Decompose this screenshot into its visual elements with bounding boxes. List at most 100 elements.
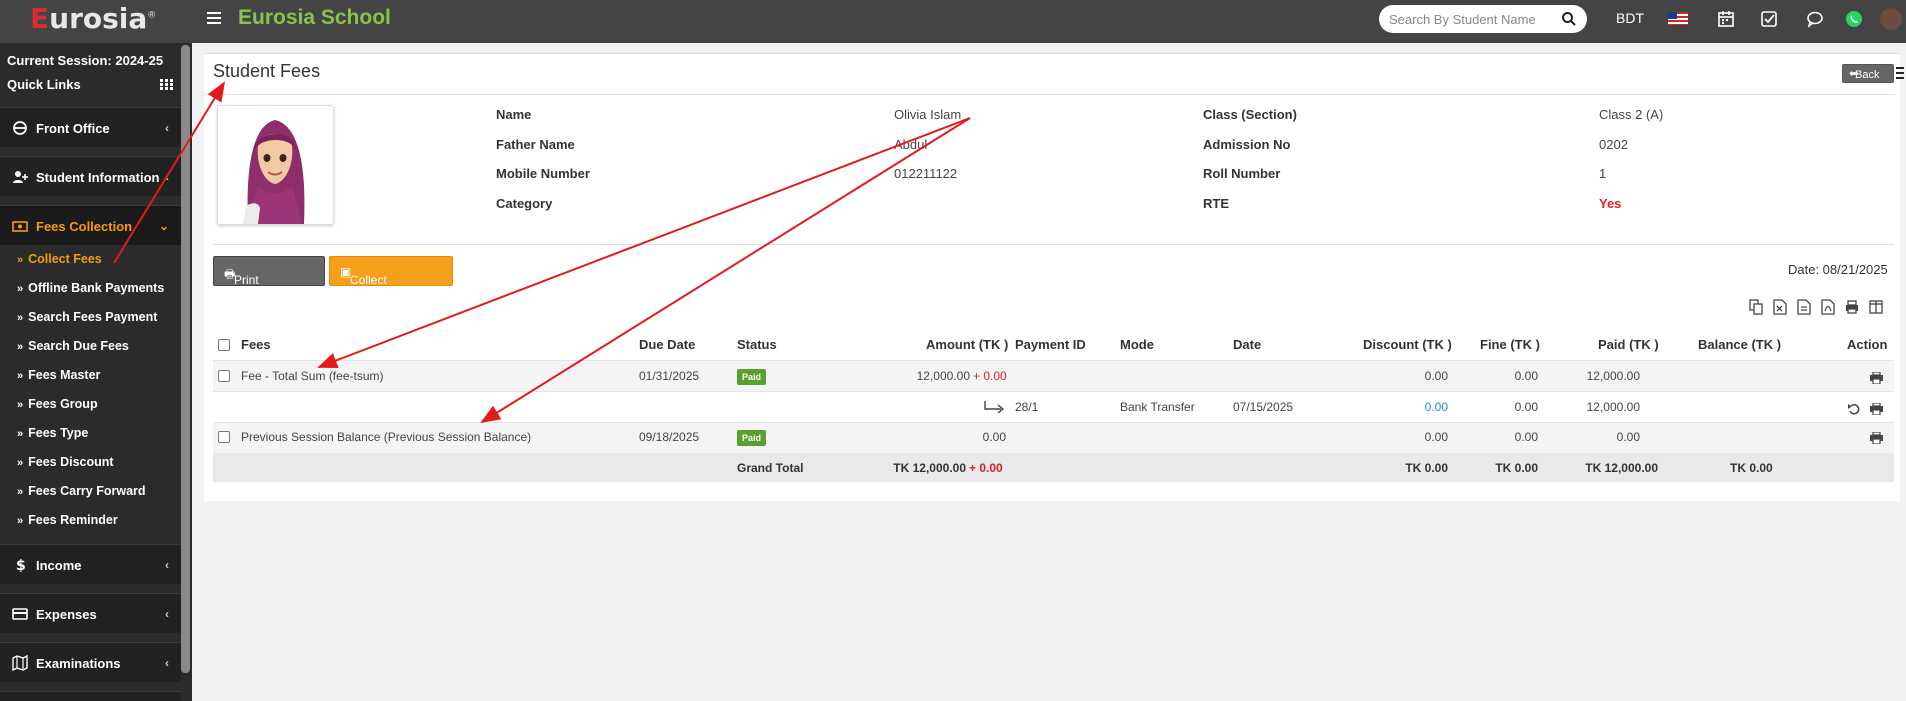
grand-total-fine: TK 0.00 bbox=[1495, 461, 1538, 475]
print-row-icon[interactable] bbox=[1870, 432, 1883, 444]
payment-date: 07/15/2025 bbox=[1233, 400, 1294, 414]
sidebar-item-search-due-fees[interactable]: » Search Due Fees bbox=[17, 339, 129, 353]
back-button[interactable]: ⬅ Back bbox=[1842, 64, 1894, 83]
currency-selector[interactable]: BDT bbox=[1616, 10, 1644, 26]
menu-toggle-icon[interactable] bbox=[207, 12, 221, 26]
col-payment-id: Payment ID bbox=[1015, 337, 1086, 352]
current-date: Date: 08/21/2025 bbox=[1788, 262, 1888, 277]
nav-expenses[interactable]: Expenses ‹ bbox=[0, 593, 181, 633]
copy-icon[interactable] bbox=[1749, 299, 1763, 315]
chevron-left-icon: ‹ bbox=[165, 607, 169, 621]
student-search-input[interactable] bbox=[1389, 10, 1549, 28]
mobile-label: Mobile Number bbox=[496, 166, 590, 181]
fine: 0.00 bbox=[1514, 369, 1538, 383]
search-icon[interactable] bbox=[1561, 11, 1577, 27]
sidebar-item-offline-bank-payments[interactable]: » Offline Bank Payments bbox=[17, 281, 164, 295]
chevron-left-icon: ‹ bbox=[165, 170, 169, 184]
nav-examinations[interactable]: Examinations ‹ bbox=[0, 642, 181, 682]
user-avatar[interactable] bbox=[1880, 8, 1902, 30]
page-title: Student Fees bbox=[213, 61, 321, 81]
map-icon bbox=[12, 655, 28, 671]
print-icon[interactable] bbox=[1845, 299, 1859, 315]
sidebar-item-fees-carry-forward[interactable]: » Fees Carry Forward bbox=[17, 484, 146, 498]
nav-label: Income bbox=[36, 558, 82, 573]
student-name: Olivia Islam bbox=[894, 107, 962, 122]
fine: 0.00 bbox=[1514, 400, 1538, 414]
quick-links-label[interactable]: Quick Links bbox=[7, 77, 81, 92]
amount: 12,000.00 bbox=[916, 369, 970, 383]
student-avatar-image bbox=[218, 106, 333, 224]
amount: 0.00 bbox=[982, 430, 1006, 444]
nav-more[interactable] bbox=[0, 691, 181, 701]
rte-value: Yes bbox=[1599, 196, 1622, 211]
quick-links-grid-icon[interactable] bbox=[160, 79, 173, 90]
select-all-checkbox[interactable] bbox=[218, 339, 230, 351]
grand-total-paid: TK 12,000.00 bbox=[1585, 461, 1658, 475]
app-logo[interactable]: Eurosia® bbox=[30, 2, 156, 35]
sidebar-item-fees-type[interactable]: » Fees Type bbox=[17, 426, 88, 440]
sidebar-scrollbar[interactable] bbox=[181, 45, 190, 673]
payment-mode: Bank Transfer bbox=[1120, 400, 1195, 414]
due-date: 09/18/2025 bbox=[639, 430, 700, 444]
due-date: 01/31/2025 bbox=[639, 369, 700, 383]
collect-selected-button[interactable]: ▣ Collect Selected bbox=[329, 256, 453, 301]
paid: 12,000.00 bbox=[1586, 400, 1640, 414]
sidebar-item-fees-master[interactable]: » Fees Master bbox=[17, 368, 100, 382]
svg-text:$: $ bbox=[16, 558, 26, 573]
chevron-left-icon: ‹ bbox=[165, 656, 169, 670]
status-badge: Paid bbox=[737, 430, 767, 446]
fine: 0.00 bbox=[1514, 430, 1538, 444]
print-row-icon[interactable] bbox=[1870, 403, 1883, 415]
nav-front-office[interactable]: Front Office ‹ bbox=[0, 107, 181, 147]
print-selected-button[interactable]: 🖶 Print Selected bbox=[213, 256, 325, 301]
chevron-down-icon: ⌄ bbox=[158, 219, 169, 233]
sidebar-item-collect-fees[interactable]: » Collect Fees bbox=[17, 252, 102, 266]
status-badge: Paid bbox=[737, 369, 767, 385]
student-photo bbox=[217, 105, 334, 225]
nav-fees-collection[interactable]: Fees Collection ⌄ bbox=[0, 205, 181, 245]
nav-label: Expenses bbox=[36, 607, 97, 622]
nav-label: Fees Collection bbox=[36, 219, 133, 234]
sidebar-item-fees-group[interactable]: » Fees Group bbox=[17, 397, 98, 411]
col-fine: Fine (TK ) bbox=[1480, 337, 1540, 352]
sidebar: Current Session: 2024-25 Quick Links Fro… bbox=[0, 43, 192, 701]
amount-fine: + 0.00 bbox=[973, 369, 1007, 383]
top-navbar: Eurosia® Eurosia School BDT bbox=[0, 0, 1906, 43]
nav-income[interactable]: $ Income ‹ bbox=[0, 544, 181, 584]
row-checkbox[interactable] bbox=[218, 370, 230, 382]
col-discount: Discount (TK ) bbox=[1363, 337, 1452, 352]
divider bbox=[213, 244, 1894, 245]
fee-name: Previous Session Balance (Previous Sessi… bbox=[241, 430, 532, 444]
row-checkbox[interactable] bbox=[218, 431, 230, 443]
whatsapp-icon[interactable] bbox=[1845, 10, 1863, 28]
excel-icon[interactable] bbox=[1773, 299, 1787, 315]
sidebar-item-fees-discount[interactable]: » Fees Discount bbox=[17, 455, 114, 469]
col-paid: Paid (TK ) bbox=[1598, 337, 1659, 352]
table-row bbox=[213, 360, 1894, 391]
csv-icon[interactable] bbox=[1797, 299, 1811, 315]
chat-icon[interactable] bbox=[1806, 10, 1824, 28]
task-check-icon[interactable] bbox=[1760, 10, 1778, 28]
columns-icon[interactable] bbox=[1869, 299, 1883, 315]
admission-label: Admission No bbox=[1203, 137, 1291, 152]
money-icon bbox=[12, 221, 28, 232]
pdf-icon[interactable] bbox=[1821, 299, 1835, 315]
admission-no: 0202 bbox=[1599, 137, 1628, 152]
calendar-icon[interactable] bbox=[1717, 10, 1735, 28]
grand-total-label: Grand Total bbox=[737, 461, 804, 475]
col-date: Date bbox=[1233, 337, 1262, 352]
roll-label: Roll Number bbox=[1203, 166, 1281, 181]
payment-row bbox=[213, 391, 1894, 422]
language-flag-icon[interactable] bbox=[1668, 12, 1688, 25]
sidebar-item-fees-reminder[interactable]: » Fees Reminder bbox=[17, 513, 118, 527]
level-down-arrow-icon bbox=[984, 401, 1005, 413]
nav-student-information[interactable]: Student Information ‹ bbox=[0, 156, 181, 196]
divider bbox=[204, 94, 1894, 95]
dollar-icon: $ bbox=[16, 558, 26, 573]
sidebar-item-search-fees-payment[interactable]: » Search Fees Payment bbox=[17, 310, 157, 324]
col-fees: Fees bbox=[241, 337, 271, 352]
credit-card-icon bbox=[12, 608, 28, 620]
undo-icon[interactable] bbox=[1848, 403, 1861, 415]
print-row-icon[interactable] bbox=[1870, 372, 1883, 384]
menu-lines-icon[interactable] bbox=[1896, 67, 1904, 79]
